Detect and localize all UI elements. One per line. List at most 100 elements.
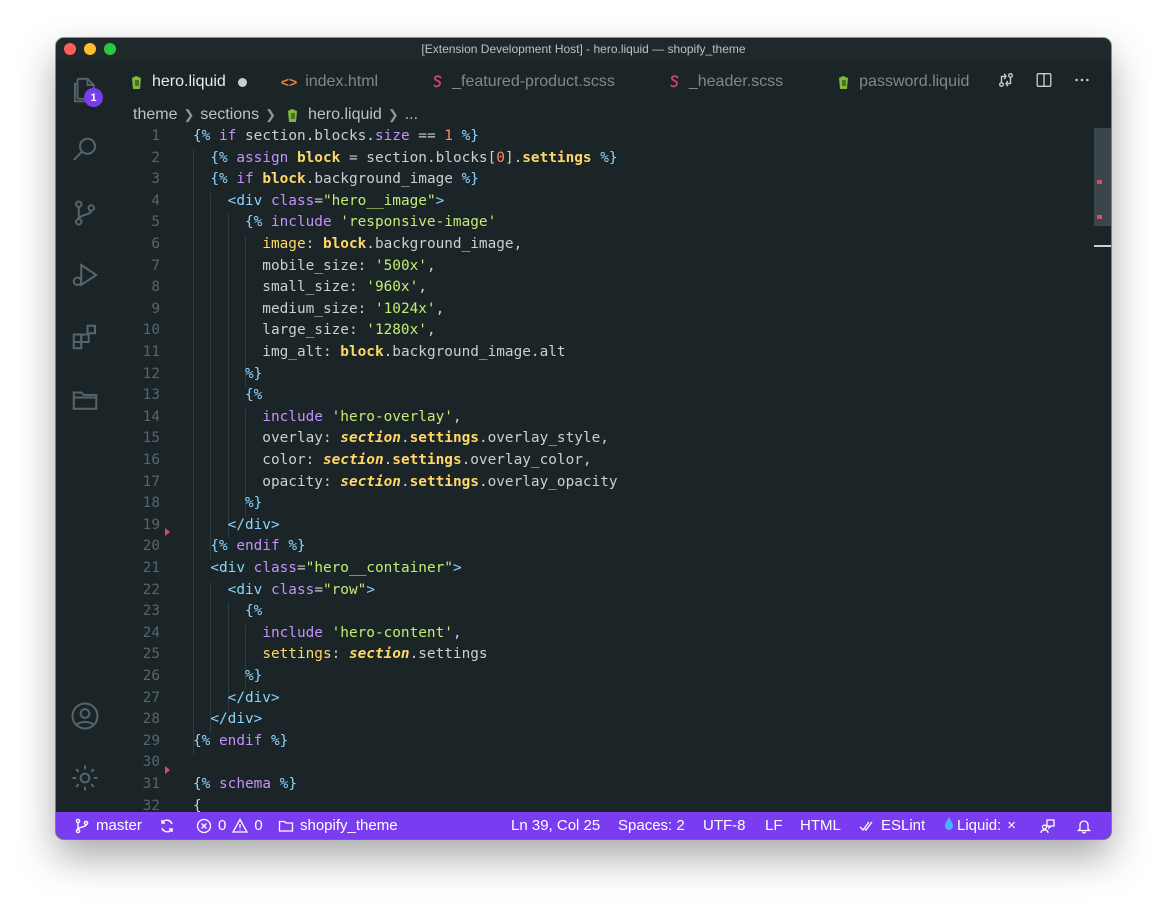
code-line[interactable]: image: block.background_image, <box>193 236 522 252</box>
scroll-thumb[interactable] <box>1094 128 1111 226</box>
code-line[interactable]: small_size: '960x', <box>193 279 427 295</box>
code-line[interactable]: <div class="row"> <box>193 582 375 598</box>
code-token: class <box>253 560 297 576</box>
code-token: </div> <box>227 516 280 533</box>
line-number: 23 <box>142 603 160 620</box>
line-number: 27 <box>142 689 160 706</box>
workspace-folder[interactable]: shopify_theme <box>278 812 398 839</box>
problems-indicator[interactable]: 0 0 <box>196 812 263 839</box>
code-token: large_size: <box>193 322 367 339</box>
code-token: 'hero-overlay' <box>331 408 453 425</box>
extensions-icon[interactable] <box>69 321 101 353</box>
code-line[interactable]: include 'hero-content', <box>193 625 461 641</box>
code-token: overlay: <box>193 430 341 447</box>
dirty-diff-marker <box>165 528 170 537</box>
code-token: %} <box>244 365 263 382</box>
tab-index-html[interactable]: <> index.html <box>265 60 392 104</box>
line-number: 16 <box>142 452 160 468</box>
status-bar: master 0 0 shopify_theme Ln 39, Col 25 S… <box>56 812 1111 839</box>
editor-scrollbar[interactable] <box>1094 128 1111 812</box>
branch-name: master <box>96 817 142 834</box>
gear-icon[interactable] <box>69 762 101 794</box>
search-icon[interactable] <box>69 134 101 166</box>
code-line[interactable]: </div> <box>193 711 262 727</box>
code-line[interactable]: { <box>193 798 202 812</box>
run-debug-icon[interactable] <box>69 259 101 291</box>
code-line[interactable]: color: section.settings.overlay_color, <box>193 452 591 468</box>
source-control-icon[interactable] <box>69 197 101 229</box>
line-number: 12 <box>142 365 160 382</box>
indentation[interactable]: Spaces: 2 <box>618 812 685 839</box>
code-line[interactable]: include 'hero-overlay', <box>193 408 462 425</box>
compare-changes-icon[interactable] <box>997 71 1015 94</box>
folder-name: shopify_theme <box>300 817 398 834</box>
more-actions-icon[interactable] <box>1073 71 1091 94</box>
eslint-status[interactable]: ESLint <box>859 812 925 839</box>
code-token: section.blocks. <box>245 128 375 144</box>
feedback-icon[interactable] <box>1040 812 1056 839</box>
code-line[interactable]: {% if section.blocks.size == 1 %} <box>193 128 479 144</box>
breadcrumb-item[interactable]: hero.liquid <box>308 106 382 124</box>
code-line[interactable]: %} <box>193 366 262 382</box>
code-editor[interactable]: 1 2 3 4 5 6 7 8 9 10 11 12 13 14 15 16 17 18 19 20 21 22 23 24 2… <box>114 128 1111 812</box>
code-line[interactable]: {% schema %} <box>193 776 297 792</box>
tab-password-liquid[interactable]: password.liquid <box>821 60 983 104</box>
liquid-close-icon[interactable]: × <box>1007 817 1016 834</box>
breadcrumb-item[interactable]: sections <box>200 106 259 124</box>
notifications-bell-icon[interactable] <box>1076 812 1092 839</box>
line-number: 18 <box>142 495 160 512</box>
language-mode[interactable]: HTML <box>800 812 841 839</box>
code-line[interactable]: overlay: section.settings.overlay_style, <box>193 430 609 446</box>
code-line[interactable]: <div class="hero__image"> <box>193 193 445 209</box>
branch-indicator[interactable]: master <box>74 812 142 839</box>
line-number: 10 <box>142 322 160 339</box>
encoding[interactable]: UTF-8 <box>703 812 746 839</box>
modified-indicator[interactable] <box>237 77 247 87</box>
maximize-window-button[interactable] <box>104 43 116 55</box>
close-window-button[interactable] <box>64 43 76 55</box>
code-line[interactable]: </div> <box>193 690 280 706</box>
code-line[interactable]: mobile_size: '500x', <box>193 258 435 274</box>
code-line[interactable]: <div class="hero__container"> <box>193 560 461 576</box>
line-number: 4 <box>151 192 160 209</box>
code-line[interactable]: {% <box>193 603 262 619</box>
folder-icon[interactable] <box>69 384 101 416</box>
code-token: "row" <box>322 581 367 598</box>
line-number: 19 <box>142 516 160 533</box>
tab-hero-liquid[interactable]: hero.liquid <box>114 60 261 104</box>
code-line[interactable]: {% if block.background_image %} <box>193 171 479 187</box>
code-line[interactable]: </div> <box>193 517 280 533</box>
minimize-window-button[interactable] <box>84 43 96 55</box>
code-token: {% <box>193 732 219 749</box>
tab-featured-product-scss[interactable]: _featured-product.scss <box>416 60 629 104</box>
code-line[interactable]: %} <box>193 668 262 684</box>
code-line[interactable]: settings: section.settings <box>193 646 487 663</box>
code-line[interactable]: %} <box>193 495 262 511</box>
code-line[interactable]: opacity: section.settings.overlay_opacit… <box>193 473 617 490</box>
code-token: section <box>322 452 384 468</box>
code-line[interactable]: {% endif %} <box>193 733 288 749</box>
code-line[interactable]: {% <box>193 387 262 403</box>
account-icon[interactable] <box>69 700 101 732</box>
code-line[interactable]: {% assign block = section.blocks[0].sett… <box>193 150 617 166</box>
code-token: settings <box>262 646 332 663</box>
code-line[interactable]: large_size: '1280x', <box>193 322 435 339</box>
code-line[interactable]: {% endif %} <box>193 538 305 554</box>
cursor-position[interactable]: Ln 39, Col 25 <box>511 812 600 839</box>
breadcrumb-item[interactable]: ... <box>405 106 418 124</box>
tab-header-scss[interactable]: _header.scss <box>653 60 797 104</box>
liquid-status[interactable]: Liquid: × <box>943 812 1016 839</box>
activity-bar: 1 <box>56 60 114 812</box>
code-line[interactable]: img_alt: block.background_image.alt <box>193 344 565 360</box>
code-line[interactable]: {% include 'responsive-image' <box>193 214 496 230</box>
sync-icon[interactable] <box>159 812 175 839</box>
end-of-line[interactable]: LF <box>765 812 783 839</box>
breadcrumb-item[interactable]: theme <box>133 106 177 124</box>
code-token: settings <box>409 473 479 490</box>
code-line[interactable]: medium_size: '1024x', <box>193 301 444 317</box>
split-editor-icon[interactable] <box>1035 71 1053 94</box>
code-token: , <box>452 408 462 425</box>
